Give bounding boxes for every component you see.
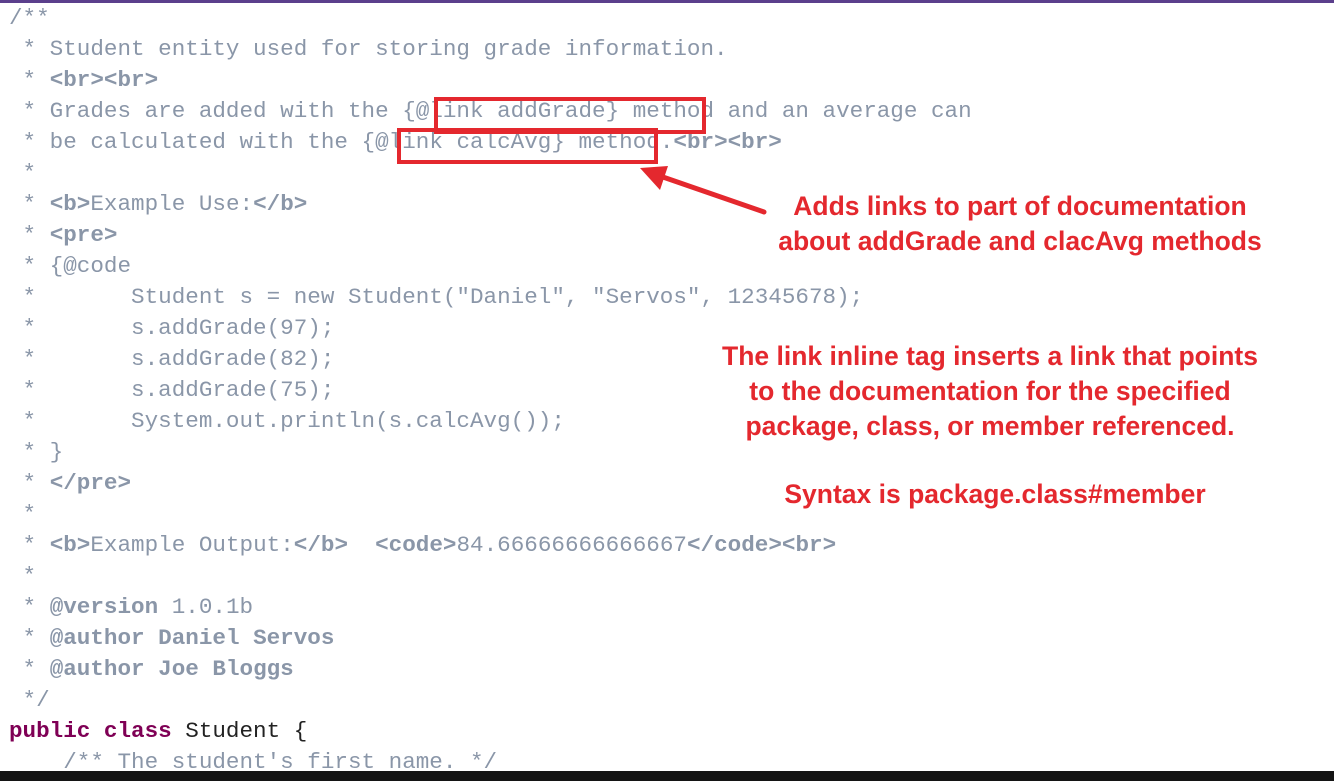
- annotation-link-inline-tag: The link inline tag inserts a link that …: [650, 339, 1330, 444]
- window-bottom-bar: [0, 771, 1334, 781]
- annotation-syntax-text: Syntax is package.class#member: [784, 479, 1206, 509]
- annotation-link-inline-tag-line1: The link inline tag inserts a link that …: [722, 341, 1258, 371]
- callout-arrow-head: [640, 166, 668, 190]
- annotation-syntax: Syntax is package.class#member: [700, 477, 1290, 512]
- annotation-link-inline-tag-line2: to the documentation for the specified: [749, 376, 1231, 406]
- annotation-link-inline-tag-line3: package, class, or member referenced.: [745, 411, 1235, 441]
- annotation-adds-links-line2: about addGrade and clacAvg methods: [778, 226, 1262, 256]
- annotation-adds-links-line1: Adds links to part of documentation: [793, 191, 1247, 221]
- annotation-adds-links: Adds links to part of documentation abou…: [700, 189, 1334, 259]
